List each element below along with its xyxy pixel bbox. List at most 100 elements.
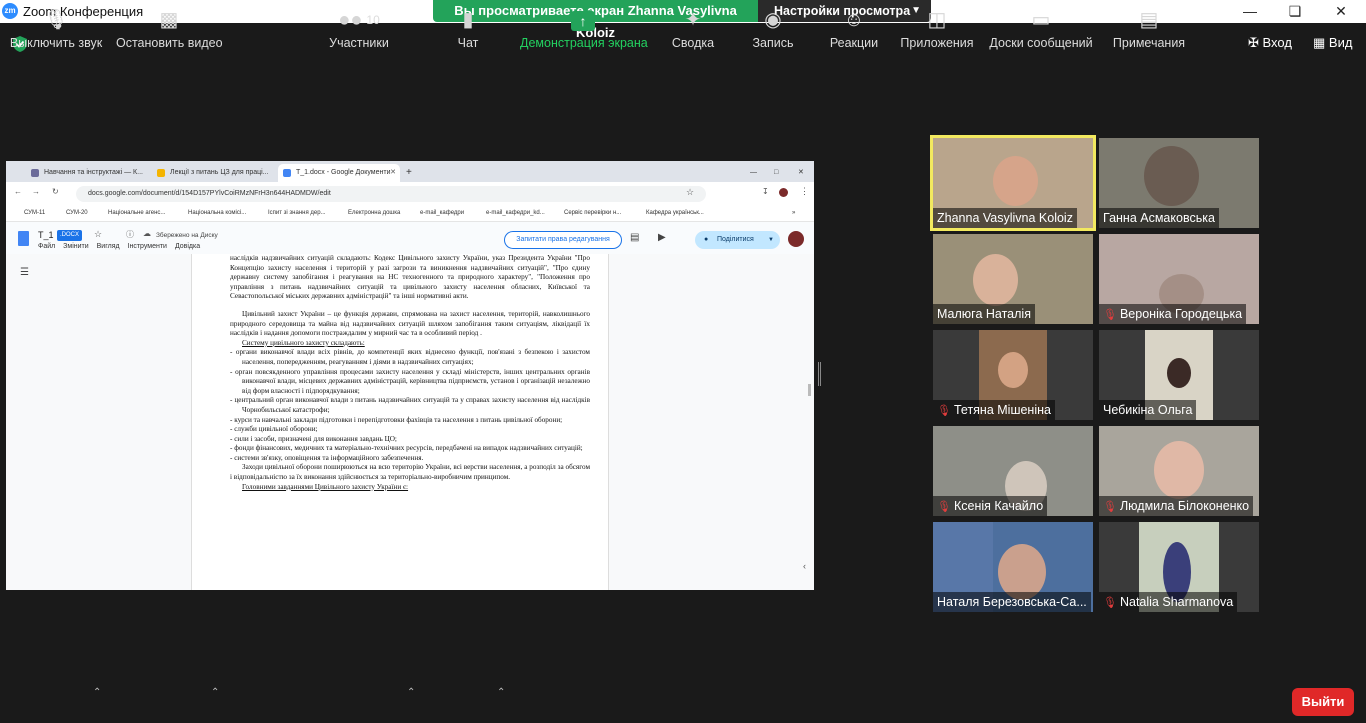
profile-avatar[interactable] — [779, 188, 788, 197]
docs-header: T_1 .DOCX ☆ ⓘ ☁ Збережено на Диску Файл … — [6, 222, 814, 254]
enter-button[interactable]: ✠ Вход — [1248, 35, 1292, 51]
forward-icon[interactable]: → — [32, 187, 40, 196]
meet-icon[interactable]: ▶ — [658, 232, 666, 243]
shared-screen[interactable]: Навчання та інструктажі — К... Лекції з … — [6, 161, 814, 590]
participants-button[interactable]: ●● 10 Участники — [326, 8, 392, 50]
more-bookmarks-icon[interactable]: » — [792, 210, 795, 216]
share-button[interactable]: ● Поділитися ▼ — [695, 231, 780, 249]
muted-mic-icon: 🎙 — [937, 501, 951, 513]
whiteboards-button[interactable]: ▭ Доски сообщений — [988, 8, 1094, 50]
saved-status: Збережено на Диску — [156, 232, 218, 239]
menu-view[interactable]: Вигляд — [97, 243, 120, 250]
summary-button[interactable]: ✦ Сводка — [668, 8, 718, 50]
comments-icon[interactable]: ▤ — [630, 232, 639, 243]
share-screen-button[interactable]: ↑ Демонстрация экрана — [520, 8, 648, 50]
minimize-icon[interactable]: — — [1240, 2, 1260, 20]
google-docs-logo[interactable] — [18, 231, 29, 246]
download-icon[interactable]: ↧ — [762, 187, 769, 196]
close-tab-icon[interactable]: ✕ — [390, 164, 396, 182]
participant-tile[interactable]: 🎙 Natalia Sharmanova — [1099, 522, 1259, 612]
mute-button[interactable]: 🎙 Выключить звук — [8, 8, 104, 50]
participant-tile[interactable]: 🎙 Тетяна Мішеніна — [933, 330, 1093, 420]
star-icon[interactable]: ☆ — [94, 229, 102, 240]
participant-tile[interactable]: Малюга Наталія — [933, 234, 1093, 324]
bookmark-item[interactable]: e-mail_кафедри_kd... — [486, 210, 545, 216]
bookmark-item[interactable]: Сервіс перевірки н... — [564, 210, 621, 216]
bookmark-item[interactable]: Національна комісі... — [188, 210, 246, 216]
bookmark-item[interactable]: Електронна дошка — [348, 210, 400, 216]
participant-name: Чебикіна Ольга — [1099, 400, 1197, 420]
chat-chevron-icon[interactable]: ⌃ — [497, 687, 505, 698]
stop-video-button[interactable]: ▩ Остановить видео — [116, 8, 223, 50]
view-button[interactable]: ▦ Вид — [1313, 35, 1352, 51]
video-feed — [1167, 358, 1191, 388]
apps-button[interactable]: ◫ Приложения — [898, 8, 976, 50]
bookmark-item[interactable]: Іспит зі знання дер... — [268, 210, 326, 216]
close-icon[interactable]: ✕ — [1331, 2, 1351, 20]
doc-title[interactable]: T_1 — [38, 230, 54, 240]
bookmark-item[interactable]: СУМ-11 — [24, 210, 45, 216]
participants-count: 10 — [366, 13, 380, 27]
share-screen-label: Демонстрация экрана — [520, 36, 648, 50]
participants-chevron-icon[interactable]: ⌃ — [407, 687, 415, 698]
request-edit-access-button[interactable]: Запитати права редагування — [504, 231, 622, 249]
view-button-label: Вид — [1328, 35, 1353, 50]
participant-tile[interactable]: Zhanna Vasylivna Koloiz — [930, 135, 1096, 231]
docs-icon — [283, 169, 291, 177]
bookmark-item[interactable]: Кафедра українськ... — [646, 210, 704, 216]
video-options-chevron-icon[interactable]: ⌃ — [211, 687, 219, 698]
document-page[interactable]: наслідків надзвичайних ситуацій складают… — [191, 254, 609, 590]
document-canvas[interactable]: ☰ наслідків надзвичайних ситуацій склада… — [6, 254, 814, 590]
participant-tile[interactable]: Ганна Асмаковська — [1099, 138, 1259, 228]
menu-help[interactable]: Довідка — [175, 243, 200, 250]
new-tab-button[interactable]: + — [404, 164, 418, 182]
bookmark-item[interactable]: Національне агенс... — [108, 210, 165, 216]
collapse-side-panel-icon[interactable]: ‹ — [803, 561, 806, 571]
chevron-down-icon[interactable]: ▼ — [768, 231, 774, 249]
apps-label: Приложения — [900, 36, 974, 50]
chat-button[interactable]: ▮ Чат — [448, 8, 488, 50]
outline-icon[interactable]: ☰ — [20, 267, 29, 278]
browser-minimize-icon[interactable]: — — [748, 164, 762, 182]
split-resize-handle[interactable] — [818, 362, 821, 386]
audio-options-chevron-icon[interactable]: ⌃ — [93, 687, 101, 698]
address-bar[interactable]: docs.google.com/document/d/154D157PYlvCo… — [76, 186, 706, 202]
muted-mic-icon: 🎙 — [1103, 309, 1117, 321]
user-avatar[interactable] — [788, 231, 804, 247]
address-bar-url: docs.google.com/document/d/154D157PYlvCo… — [88, 190, 331, 197]
browser-menu-icon[interactable]: ⋮ — [800, 186, 809, 197]
document-paragraph: Цивільний захист України – це функція де… — [230, 309, 590, 338]
menu-file[interactable]: Файл — [38, 243, 55, 250]
participant-name: Наталя Березовська-Са... — [933, 592, 1091, 612]
participant-tile[interactable]: Наталя Березовська-Са... — [933, 522, 1093, 612]
bookmark-item[interactable]: СУМ-20 — [66, 210, 88, 216]
info-icon[interactable]: ⓘ — [126, 229, 134, 240]
scrollbar-thumb[interactable] — [808, 384, 811, 396]
browser-restore-icon[interactable]: □ — [772, 164, 786, 182]
record-button[interactable]: ◉ Запись — [748, 8, 798, 50]
bookmark-star-icon[interactable]: ☆ — [686, 187, 694, 198]
browser-tab-label: T_1.docx - Google Документи — [296, 169, 391, 176]
browser-tab-active[interactable]: T_1.docx - Google Документи ✕ — [278, 164, 400, 182]
menu-tools[interactable]: Інструменти — [128, 243, 167, 250]
restore-icon[interactable]: ❏ — [1285, 2, 1305, 20]
browser-tab[interactable]: Навчання та інструктажі — К... — [26, 164, 146, 182]
reload-icon[interactable]: ↻ — [52, 187, 59, 196]
browser-tab[interactable]: Лекції з питань ЦЗ для праці... — [152, 164, 274, 182]
participant-name: 🎙 Вероніка Городецька — [1099, 304, 1247, 324]
back-icon[interactable]: ← — [14, 187, 22, 196]
participant-tile[interactable]: 🎙 Вероніка Городецька — [1099, 234, 1259, 324]
participant-tile[interactable]: 🎙 Людмила Білоконенко — [1099, 426, 1259, 516]
bookmark-item[interactable]: e-mail_кафедри — [420, 210, 464, 216]
menu-edit[interactable]: Змінити — [63, 243, 89, 250]
participant-name: 🎙 Тетяна Мішеніна — [933, 400, 1055, 420]
participant-tile[interactable]: Чебикіна Ольга — [1099, 330, 1259, 420]
notes-button[interactable]: ▤ Примечания — [1112, 8, 1186, 50]
cloud-saved-icon: ☁ — [143, 229, 151, 238]
browser-close-icon[interactable]: ✕ — [796, 164, 810, 182]
reactions-button[interactable]: ☺ Реакции — [826, 8, 882, 50]
record-icon: ◉ — [764, 9, 782, 31]
reactions-label: Реакции — [829, 36, 879, 50]
participant-tile[interactable]: 🎙 Ксенія Качайло — [933, 426, 1093, 516]
leave-meeting-button[interactable]: Выйти — [1292, 688, 1354, 716]
